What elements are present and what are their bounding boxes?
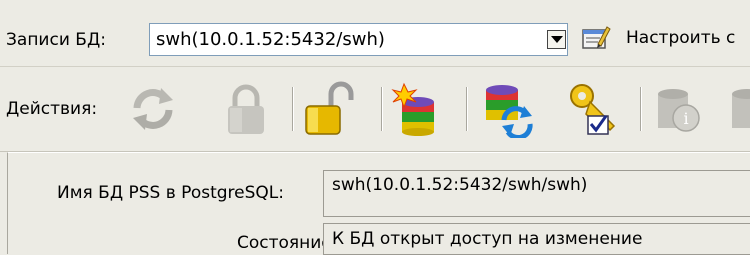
refresh-icon xyxy=(133,88,173,130)
toolbar-separator xyxy=(640,87,642,131)
database-sync-icon xyxy=(486,85,533,140)
database-info-icon: i xyxy=(658,89,700,132)
records-combobox[interactable]: swh(10.0.1.52:5432/swh) xyxy=(149,23,568,56)
chevron-down-icon[interactable] xyxy=(547,30,566,49)
configure-button[interactable]: Настроить с xyxy=(580,20,735,56)
toolbar-separator xyxy=(466,87,468,131)
sync-database-button[interactable] xyxy=(480,80,536,140)
lock-button[interactable] xyxy=(218,80,274,138)
create-database-button[interactable] xyxy=(390,80,446,138)
database-info-button[interactable]: i xyxy=(650,80,706,138)
svg-text:i: i xyxy=(683,109,688,128)
configure-label: Настроить с xyxy=(626,28,736,48)
db-name-label: Имя БД PSS в PostgreSQL: xyxy=(57,183,284,203)
unlock-button[interactable] xyxy=(300,80,356,138)
database-new-icon xyxy=(391,82,434,136)
settings-form-icon xyxy=(582,26,611,49)
toolbar-separator xyxy=(381,87,383,131)
toolbar-separator xyxy=(292,87,294,131)
unlock-icon xyxy=(305,81,354,135)
records-toolbar: Записи БД: swh(10.0.1.52:5432/swh) Настр… xyxy=(0,0,750,67)
database-icon xyxy=(732,89,750,128)
refresh-button[interactable] xyxy=(125,80,181,138)
lock-icon xyxy=(228,84,264,134)
key-check-icon xyxy=(570,84,616,135)
actions-label: Действия: xyxy=(6,99,98,119)
access-rights-button[interactable] xyxy=(566,80,622,138)
details-panel: Имя БД PSS в PostgreSQL: swh(10.0.1.52:5… xyxy=(7,152,750,255)
actions-toolbar: Действия: i xyxy=(0,67,750,152)
records-label: Записи БД: xyxy=(6,30,106,50)
state-field[interactable]: К БД открыт доступ на изменение xyxy=(323,223,750,255)
db-name-field[interactable]: swh(10.0.1.52:5432/swh/swh) xyxy=(323,170,750,217)
records-combobox-value: swh(10.0.1.52:5432/swh) xyxy=(156,29,385,50)
database-button[interactable] xyxy=(724,80,750,138)
